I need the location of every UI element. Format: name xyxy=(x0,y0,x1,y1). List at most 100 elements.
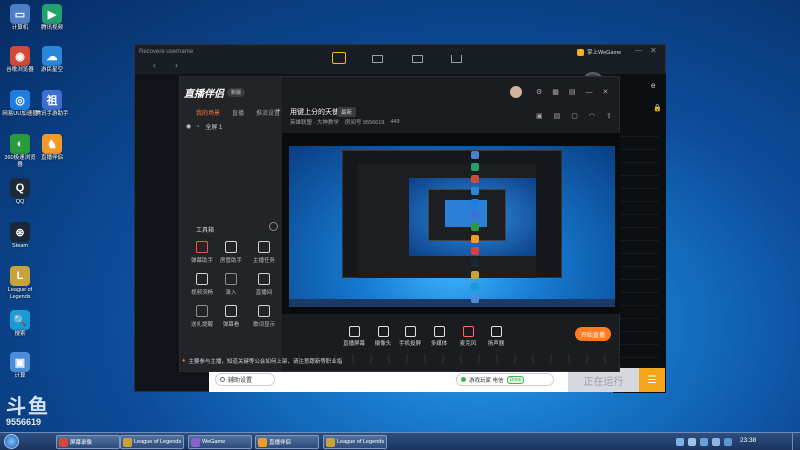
tab-live[interactable]: 直播 xyxy=(232,108,244,117)
store-icon[interactable]: ▣ xyxy=(536,112,543,120)
add-scene-icon[interactable]: + xyxy=(276,106,281,115)
user-avatar[interactable] xyxy=(510,86,522,98)
share-icon[interactable]: ⇪ xyxy=(606,112,612,120)
lyrics-icon xyxy=(258,305,270,317)
mic-icon xyxy=(462,326,474,337)
control-3[interactable]: 多媒体 xyxy=(425,326,453,347)
desktop-icon-0[interactable]: ▭ 计算机 xyxy=(4,4,36,32)
preview-desktop-icon xyxy=(471,211,479,219)
desktop-icon-6[interactable]: ◐ 360极速浏览器 xyxy=(4,134,36,168)
assist-settings[interactable]: 辅助设置 xyxy=(228,375,252,384)
desktop-icon-2[interactable]: ◉ 谷歌浏览器 xyxy=(4,46,36,74)
clock[interactable]: 23:38 xyxy=(740,437,756,444)
tool-label: 录入 xyxy=(225,290,237,296)
taskbar-item-3[interactable]: 直播伴侣 xyxy=(255,435,319,449)
preview-desktop-icon xyxy=(471,235,479,243)
show-desktop-button[interactable] xyxy=(792,433,800,450)
desktop-icon-10[interactable]: L League of Legends xyxy=(4,266,36,300)
gift-box-icon[interactable]: ▤ xyxy=(554,112,561,120)
grid-icon[interactable]: ▦ xyxy=(552,88,559,96)
minimize-icon[interactable]: — xyxy=(635,47,642,54)
close-icon[interactable]: ✕ xyxy=(603,88,609,96)
bell-icon[interactable]: ◠ xyxy=(589,112,595,120)
minimize-icon[interactable]: — xyxy=(586,89,593,96)
bag-icon[interactable]: ▤ xyxy=(569,88,576,96)
video-tab-icon[interactable] xyxy=(412,55,423,63)
control-label: 手机投屏 xyxy=(398,341,421,347)
control-label: 摄像头 xyxy=(374,341,392,347)
live-left-panel: 直播伴侣 新版 我的场景 直播 推流设置 + ◉ ▫ 全屏 1 工具箱 弹幕助手房… xyxy=(180,77,282,371)
desktop-icon-1[interactable]: ▶ 腾讯视频 xyxy=(36,4,68,32)
tray-volume-icon[interactable] xyxy=(688,438,696,446)
taskbar-item-1[interactable]: League of Legends xyxy=(120,435,184,449)
tab-scenes[interactable]: 我的场景 xyxy=(196,108,220,117)
control-4[interactable]: 麦克风 xyxy=(454,326,482,347)
tool-item-1[interactable]: 房管助手 xyxy=(219,241,243,264)
stream-preview[interactable] xyxy=(282,133,620,314)
server-select[interactable]: 游戏玩家 电信 xyxy=(469,376,504,384)
tray-flag-icon[interactable] xyxy=(700,438,708,446)
desktop-icon-5[interactable]: 祖腾讯手游助手 xyxy=(35,90,69,118)
wegame-brand[interactable]: 掌上WeGame xyxy=(587,48,621,56)
forward-arrow-icon[interactable]: › xyxy=(175,60,178,70)
lock-icon[interactable]: 🔒 xyxy=(653,104,662,112)
home-icon[interactable] xyxy=(332,52,346,64)
desktop-icon-label: 游民星空 xyxy=(40,67,63,73)
back-arrow-icon[interactable]: ‹ xyxy=(153,60,156,70)
tool-item-7[interactable]: 弹幕看 xyxy=(219,305,243,328)
crown-icon[interactable] xyxy=(451,55,462,63)
chat-icon[interactable]: ▢ xyxy=(571,112,578,120)
preview-taskbar xyxy=(289,299,615,307)
control-1[interactable]: 摄像头 xyxy=(369,326,397,347)
stream-title[interactable]: 用键上分的天使 xyxy=(290,107,339,117)
scene-item-label[interactable]: 全屏 1 xyxy=(205,122,222,131)
tool-label: 房管助手 xyxy=(219,258,242,264)
tool-item-3[interactable]: 视频流畅 xyxy=(190,273,214,296)
tool-item-4[interactable]: 录入 xyxy=(219,273,243,296)
desktop-icon-12[interactable]: ▣ 计算 xyxy=(4,352,36,380)
desktop-icon-7[interactable]: ♞ 直播伴侣 xyxy=(36,134,68,162)
tray-input-icon[interactable] xyxy=(712,438,720,446)
speaker-icon xyxy=(490,326,502,337)
tools-more-icon[interactable] xyxy=(269,222,278,231)
control-5[interactable]: 扬声器 xyxy=(482,326,510,347)
taskbar-item-label: League of Legends xyxy=(337,439,385,445)
taskbar-item-4[interactable]: League of Legends xyxy=(323,435,387,449)
start-live-button[interactable]: 开始直播 xyxy=(575,327,611,341)
taskbar-item-0[interactable]: 屏幕录像 xyxy=(56,435,120,449)
preview-innermost xyxy=(445,200,487,227)
desktop-icon-8[interactable]: Q QQ xyxy=(4,178,36,206)
tray-network-icon[interactable] xyxy=(676,438,684,446)
control-2[interactable]: 手机投屏 xyxy=(396,326,424,347)
settings-icon[interactable]: ⚙ xyxy=(536,88,542,96)
preview-desktop-icon xyxy=(471,259,479,267)
preview-desktop-icon xyxy=(471,223,479,231)
start-button[interactable] xyxy=(4,434,19,449)
tool-item-0[interactable]: 弹幕助手 xyxy=(190,241,214,264)
desktop-icon-3[interactable]: ☁ 游民星空 xyxy=(36,46,68,74)
tool-item-2[interactable]: 主播任务 xyxy=(252,241,276,264)
tool-item-5[interactable]: 直播间 xyxy=(252,273,276,296)
tray-speaker-icon[interactable] xyxy=(724,438,732,446)
right-panel-heading: e xyxy=(651,81,656,90)
desktop-icon-4[interactable]: ◎ 网易UU加速器 xyxy=(2,90,38,118)
phone-icon xyxy=(404,326,416,337)
taskbar-app-icon xyxy=(326,437,335,447)
taskbar-app-icon xyxy=(258,437,267,447)
close-icon[interactable]: ✕ xyxy=(650,46,657,55)
steam-icon: ⊛ xyxy=(10,222,30,242)
menu-icon[interactable]: ☰ xyxy=(639,368,665,392)
stream-category[interactable]: 英雄联盟 · 大神教学 xyxy=(290,118,339,126)
mail-icon[interactable] xyxy=(372,55,383,63)
eye-icon[interactable]: ◉ xyxy=(186,123,191,130)
control-0[interactable]: 直播屏幕 xyxy=(340,326,368,347)
tool-item-8[interactable]: 歌词显示 xyxy=(252,305,276,328)
stream-tag[interactable]: 最新 xyxy=(337,107,357,117)
version-badge[interactable]: 新版 xyxy=(227,88,246,97)
taskbar-item-2[interactable]: WeGame xyxy=(188,435,252,449)
lock-icon[interactable]: ▫ xyxy=(197,124,199,130)
desktop-icon-11[interactable]: 🔍 搜索 xyxy=(4,310,36,338)
desktop-icon-label: 搜索 xyxy=(14,331,26,337)
tool-item-6[interactable]: 送礼提醒 xyxy=(190,305,214,328)
desktop-icon-9[interactable]: ⊛ Steam xyxy=(4,222,36,250)
